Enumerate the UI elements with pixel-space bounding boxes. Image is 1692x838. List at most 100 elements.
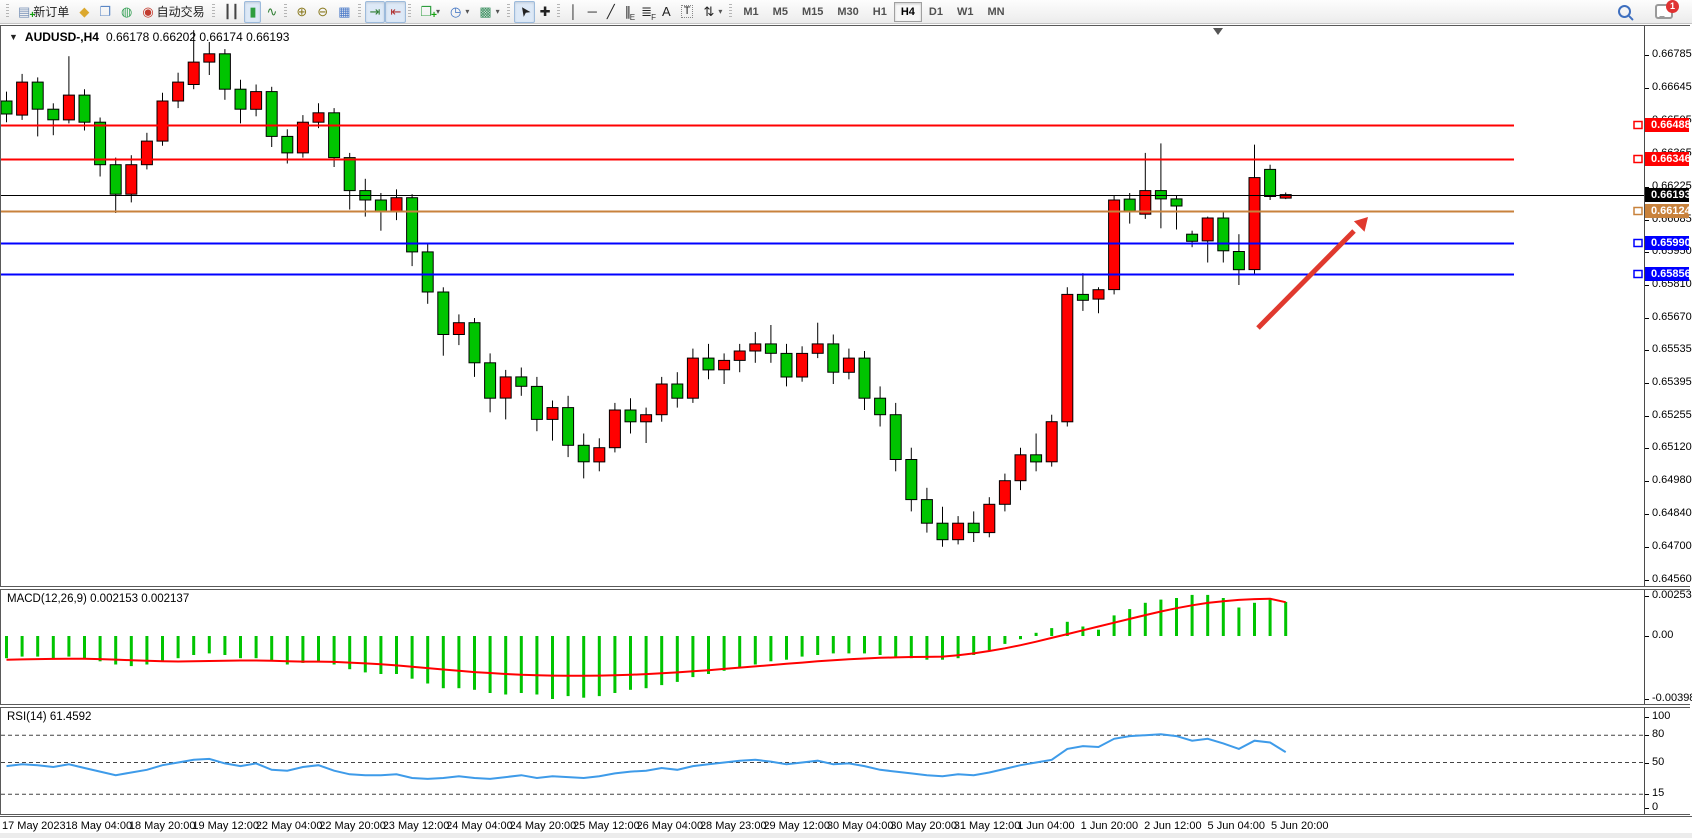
hline-handle[interactable]	[1634, 122, 1642, 129]
chart-title: ▼ AUDUSD-,H4 0.66178 0.66202 0.66174 0.6…	[9, 30, 289, 44]
search-button[interactable]	[1613, 1, 1636, 23]
hline-handle[interactable]	[1634, 208, 1642, 215]
tile-windows-icon: ▦	[338, 5, 350, 18]
macd-bar	[255, 636, 258, 658]
notifications-button[interactable]: 1	[1650, 1, 1678, 23]
timeframe-w1-button[interactable]: W1	[950, 2, 981, 22]
symbol-dropdown-caret[interactable]: ▼	[9, 32, 18, 42]
new-order-icon: ▤	[18, 5, 30, 18]
zoom-out-icon: ⊖	[317, 5, 328, 18]
timeframe-m15-button[interactable]: M15	[795, 2, 830, 22]
text-label-button[interactable]: T	[676, 1, 699, 23]
auto-scroll-button[interactable]: ⇥	[365, 1, 386, 23]
zoom-in-button[interactable]: ⊕	[291, 1, 312, 23]
macd-bar	[785, 636, 788, 660]
macd-bar	[738, 636, 741, 668]
market-watch-button[interactable]: ◆	[74, 1, 94, 23]
cursor-button[interactable]: ➤	[514, 1, 535, 23]
bear-candle	[531, 386, 542, 419]
new-order-button[interactable]: ▤新订单	[13, 1, 74, 23]
tile-windows-button[interactable]: ▦	[333, 1, 355, 23]
price-badge-0.65990: 0.65990	[1645, 236, 1689, 250]
new-chart-button[interactable]: ❐▾	[415, 1, 445, 23]
timeframe-m1-button[interactable]: M1	[736, 2, 765, 22]
chat-icon: 1	[1655, 4, 1673, 19]
macd-bar	[83, 636, 86, 658]
timeframe-m30-button[interactable]: M30	[830, 2, 865, 22]
bull-candle	[1015, 455, 1026, 481]
fibonacci-button[interactable]: ≣F	[636, 1, 657, 23]
macd-bar	[660, 636, 663, 685]
line-chart-button[interactable]: ∿	[261, 1, 282, 23]
chart-shift-button[interactable]: ⇤	[385, 1, 406, 23]
timeframe-h4-button[interactable]: H4	[894, 2, 922, 22]
timeframe-mn-button[interactable]: MN	[980, 2, 1011, 22]
indicators-button[interactable]: ▩▾	[474, 1, 504, 23]
candlestick-button[interactable]: ▮	[244, 1, 261, 23]
macd-bar	[1253, 603, 1256, 636]
timeframe-h1-button[interactable]: H1	[866, 2, 894, 22]
chart-ohlc-values: 0.66178 0.66202 0.66174 0.66193	[106, 30, 290, 44]
price-tick: 0.65255	[1645, 409, 1692, 421]
bull-candle	[797, 353, 808, 377]
arrow-annotation[interactable]	[1258, 217, 1368, 328]
arrow-shaft	[1258, 231, 1354, 328]
macd-bar	[52, 636, 55, 658]
bull-candle	[1046, 422, 1057, 462]
macd-bar	[520, 636, 523, 693]
main-toolbar: ▤新订单 ◆ ❐◍◉自动交易 ┃┃▮∿ ⊕ ⊖ ▦ ⇥ ⇤ ❐▾◷▾▩▾ ➤✚ │ ─╱∥E≣FAT⇅▾…	[0, 0, 1692, 24]
hline-handle[interactable]	[1634, 156, 1642, 163]
charts-button[interactable]: ❐	[94, 1, 116, 23]
bear-candle	[1218, 218, 1229, 251]
bull-candle	[656, 384, 667, 415]
bar-chart-button[interactable]: ┃┃	[219, 1, 245, 23]
bull-candle	[953, 523, 964, 540]
bear-candle	[1171, 199, 1182, 206]
macd-bar	[863, 636, 866, 653]
profiles-button[interactable]: ◷▾	[445, 1, 474, 23]
bull-candle	[141, 141, 152, 165]
bull-candle	[157, 101, 168, 141]
arrows-button[interactable]: ⇅▾	[698, 1, 727, 23]
auto-trading-button[interactable]: ◉自动交易	[137, 1, 209, 23]
toolbar-grip	[729, 4, 732, 19]
signals-button[interactable]: ◍	[116, 1, 137, 23]
text-button[interactable]: A	[657, 1, 676, 23]
horizontal-line-button[interactable]: ─	[583, 1, 602, 23]
hline-handle[interactable]	[1634, 271, 1642, 278]
timeframe-m5-button[interactable]: M5	[766, 2, 795, 22]
time-label: 5 Jun 04:00	[1208, 820, 1266, 832]
macd-bar	[21, 636, 24, 657]
vertical-line-icon: │	[569, 5, 577, 18]
trendline-button[interactable]: ╱	[602, 1, 620, 23]
bull-candle	[500, 377, 511, 398]
bull-candle	[1249, 178, 1260, 270]
rsi-panel: RSI(14) 61.4592 1008050150	[0, 707, 1690, 815]
vertical-line-button[interactable]: │	[564, 1, 582, 23]
macd-tick: 0.002534	[1645, 589, 1692, 601]
chart-shift-marker[interactable]	[1213, 28, 1223, 35]
crosshair-button[interactable]: ✚	[535, 1, 556, 23]
market-watch-icon: ◆	[79, 5, 89, 18]
bear-candle	[906, 460, 917, 500]
equidistant-channel-button[interactable]: ∥E	[620, 1, 637, 23]
chevron-down-icon: ▾	[496, 7, 500, 16]
macd-bar	[894, 636, 897, 657]
zoom-out-button[interactable]: ⊖	[312, 1, 333, 23]
auto-scroll-icon: ⇥	[370, 5, 381, 18]
candlestick-chart	[1, 26, 1644, 586]
bull-candle	[17, 82, 28, 115]
macd-bar	[411, 636, 414, 679]
hline-handle[interactable]	[1634, 240, 1642, 247]
macd-bar	[192, 636, 195, 655]
macd-bar	[629, 636, 632, 690]
macd-bar	[379, 636, 382, 674]
timeframe-d1-button[interactable]: D1	[922, 2, 950, 22]
macd-bar	[613, 636, 616, 693]
macd-bar	[1019, 636, 1022, 639]
price-tick: 0.65535	[1645, 343, 1692, 355]
bull-candle	[204, 54, 215, 62]
status-strip	[0, 833, 1692, 838]
bear-candle	[95, 122, 106, 165]
price-badge-0.66124: 0.66124	[1645, 204, 1689, 218]
